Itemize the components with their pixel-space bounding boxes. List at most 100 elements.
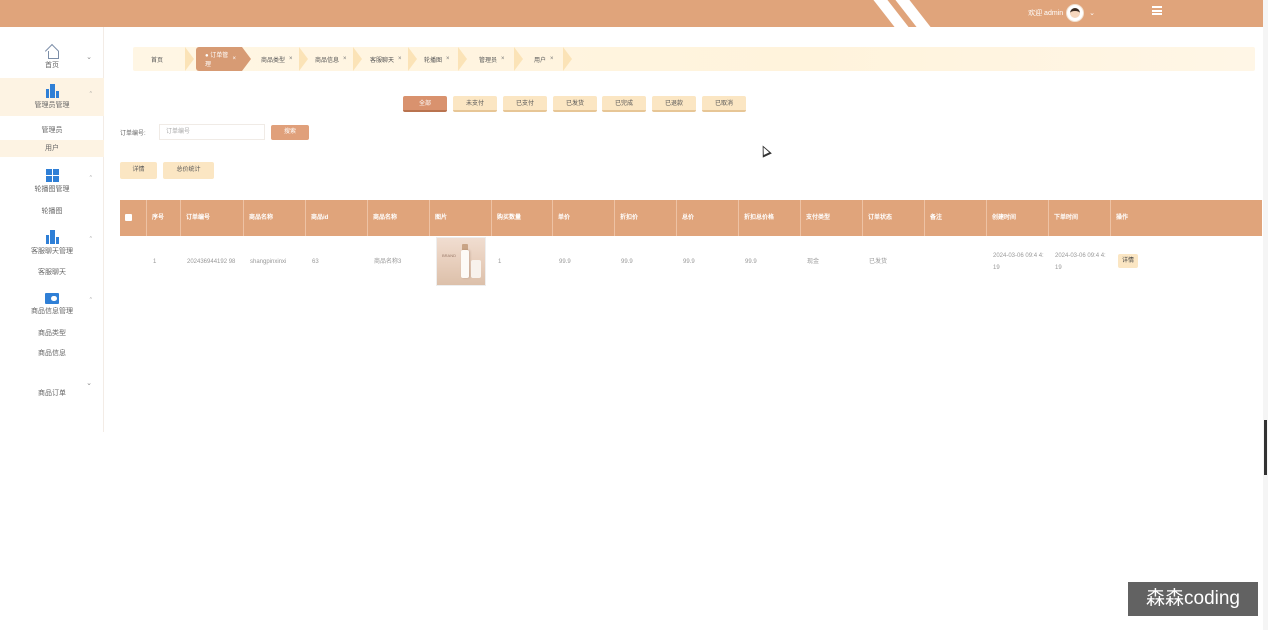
cell-status: 已发货 <box>869 259 888 265</box>
chevron-up-icon[interactable]: ˆ <box>90 92 92 99</box>
filter-refunded-button[interactable]: 已退款 <box>652 96 696 112</box>
sidebar-item-chat[interactable]: 客服聊天 <box>0 267 104 277</box>
sidebar: 首页 ⌄ 管理员管理 ˆ 管理员 用户 轮播图管理 ˆ 轮播图 客服聊天管理 ˆ… <box>0 27 104 432</box>
tab-goods-type[interactable]: 商品类型 × <box>261 47 293 71</box>
bottle-small <box>471 260 481 278</box>
column-header: 总价 <box>677 200 739 236</box>
tab-goods-info[interactable]: 商品信息 × <box>315 47 347 71</box>
tab-orders[interactable]: ● 订单管理 × <box>196 47 242 71</box>
close-icon[interactable]: × <box>289 56 293 62</box>
tab-chat[interactable]: 客服聊天 × <box>370 47 402 71</box>
brand-caption: BRAND <box>442 253 457 258</box>
table-row[interactable]: 1 202436944192 98 shangpinxinxi 63 商品名称3… <box>120 236 1262 288</box>
column-header: 购买数量 <box>492 200 553 236</box>
column-header: 折扣价 <box>615 200 677 236</box>
column-header: 下单时间 <box>1049 200 1111 236</box>
building-icon <box>45 230 59 244</box>
chevron-down-icon[interactable]: ⌄ <box>86 53 92 61</box>
filter-all-button[interactable]: 全部 <box>403 96 447 112</box>
cell-discount-total: 99.9 <box>745 259 757 265</box>
column-header: 商品名称 <box>244 200 306 236</box>
order-no-label: 订单编号: <box>120 131 146 137</box>
cell-total-price: 99.9 <box>683 259 695 265</box>
watermark: 森森coding <box>1128 582 1258 616</box>
cell-created-at: 2024-03-06 09:4 4:19 <box>993 253 1044 271</box>
cell-product-name: 商品名称3 <box>374 259 402 265</box>
cell-unit-price: 99.9 <box>559 259 571 265</box>
close-icon[interactable]: × <box>550 56 554 62</box>
tab-bar: 首页 ● 订单管理 × 商品类型 × 商品信息 × 客服聊天 × 轮播图 × 管理员 × 用… <box>133 47 1255 71</box>
column-header: 商品id <box>306 200 368 236</box>
filter-completed-button[interactable]: 已完成 <box>602 96 646 112</box>
sidebar-group-chat[interactable]: 客服聊天管理 ˆ <box>0 227 104 259</box>
tab-separator <box>458 47 467 71</box>
cell-ordered-at: 2024-03-06 09:4 4:19 <box>1055 253 1106 271</box>
close-icon[interactable]: × <box>398 56 402 62</box>
avatar[interactable] <box>1066 4 1085 22</box>
tab-separator <box>185 47 194 71</box>
sidebar-item-admin[interactable]: 管理员 <box>0 125 104 135</box>
toggle-icon <box>45 292 59 304</box>
filter-unpaid-button[interactable]: 未支付 <box>453 96 497 112</box>
sidebar-group-label: 管理员管理 <box>34 102 70 109</box>
cell-remark <box>925 236 987 288</box>
page-scrollbar[interactable] <box>1263 0 1268 630</box>
sidebar-item-user[interactable]: 用户 <box>0 140 104 157</box>
filter-paid-button[interactable]: 已支付 <box>503 96 547 112</box>
column-header: 支付类型 <box>801 200 863 236</box>
user-menu[interactable]: 欢迎 admin ⌄ <box>1028 4 1095 22</box>
chevron-up-icon[interactable]: ˆ <box>90 237 92 244</box>
tab-separator <box>514 47 523 71</box>
search-button[interactable]: 搜索 <box>271 125 309 140</box>
grid-icon <box>45 168 59 182</box>
close-icon[interactable]: × <box>232 56 236 62</box>
cell-order-no: 202436944192 98 <box>187 259 236 265</box>
filter-shipped-button[interactable]: 已发货 <box>553 96 597 112</box>
table-header: 序号 订单编号 商品名称 商品id 商品名称 图片 购买数量 单价 折扣价 总价… <box>120 200 1262 236</box>
chevron-down-icon[interactable]: ⌄ <box>86 379 92 387</box>
row-detail-button[interactable]: 详情 <box>1118 254 1138 268</box>
sidebar-item-carousel[interactable]: 轮播图 <box>0 206 104 216</box>
column-header: 订单状态 <box>863 200 925 236</box>
cell-goods-name: shangpinxinxi <box>250 259 287 265</box>
tab-admin[interactable]: 管理员 × <box>479 47 505 71</box>
column-header: 折扣总价格 <box>739 200 801 236</box>
select-all-checkbox[interactable] <box>125 214 132 221</box>
filter-cancelled-button[interactable]: 已取消 <box>702 96 746 112</box>
order-no-input[interactable]: 订单编号 <box>159 124 265 140</box>
sidebar-item-goods-info[interactable]: 商品信息 <box>0 348 104 358</box>
sidebar-group-goods[interactable]: 商品信息管理 ˆ <box>0 288 104 320</box>
sidebar-group-carousel[interactable]: 轮播图管理 ˆ <box>0 164 104 198</box>
tab-home[interactable]: 首页 <box>151 47 163 71</box>
tab-separator <box>563 47 572 71</box>
scrollbar-thumb[interactable] <box>1264 420 1267 475</box>
chevron-up-icon[interactable]: ˆ <box>90 176 92 183</box>
close-icon[interactable]: × <box>501 56 505 62</box>
cell-index: 1 <box>153 259 157 265</box>
hamburger-menu-icon[interactable] <box>1152 6 1162 15</box>
chevron-down-icon[interactable]: ⌄ <box>1089 9 1095 17</box>
mouse-cursor-icon <box>758 143 772 158</box>
tab-carousel[interactable]: 轮播图 × <box>424 47 450 71</box>
column-header: 序号 <box>147 200 181 236</box>
tab-separator <box>242 47 251 71</box>
column-header: 单价 <box>553 200 615 236</box>
total-stats-button[interactable]: 总价统计 <box>163 162 214 179</box>
sidebar-group-orders[interactable]: 商品订单 ⌄ <box>0 377 104 407</box>
column-header: 商品名称 <box>368 200 430 236</box>
detail-button[interactable]: 详情 <box>120 162 157 179</box>
chevron-up-icon[interactable]: ˆ <box>90 298 92 305</box>
sidebar-item-goods-type[interactable]: 商品类型 <box>0 328 104 338</box>
tab-separator <box>408 47 417 71</box>
tab-separator <box>299 47 308 71</box>
product-image[interactable]: BRAND <box>436 237 486 286</box>
select-all-header <box>120 200 147 236</box>
sidebar-item-home[interactable]: 首页 ⌄ <box>0 45 104 71</box>
close-icon[interactable]: × <box>343 56 347 62</box>
home-icon <box>46 46 59 59</box>
top-header: 欢迎 admin ⌄ <box>0 0 1263 27</box>
close-icon[interactable]: × <box>446 56 450 62</box>
sidebar-item-label: 首页 <box>45 62 59 69</box>
sidebar-group-admin[interactable]: 管理员管理 ˆ <box>0 78 104 116</box>
tab-user[interactable]: 用户 × <box>534 47 554 71</box>
